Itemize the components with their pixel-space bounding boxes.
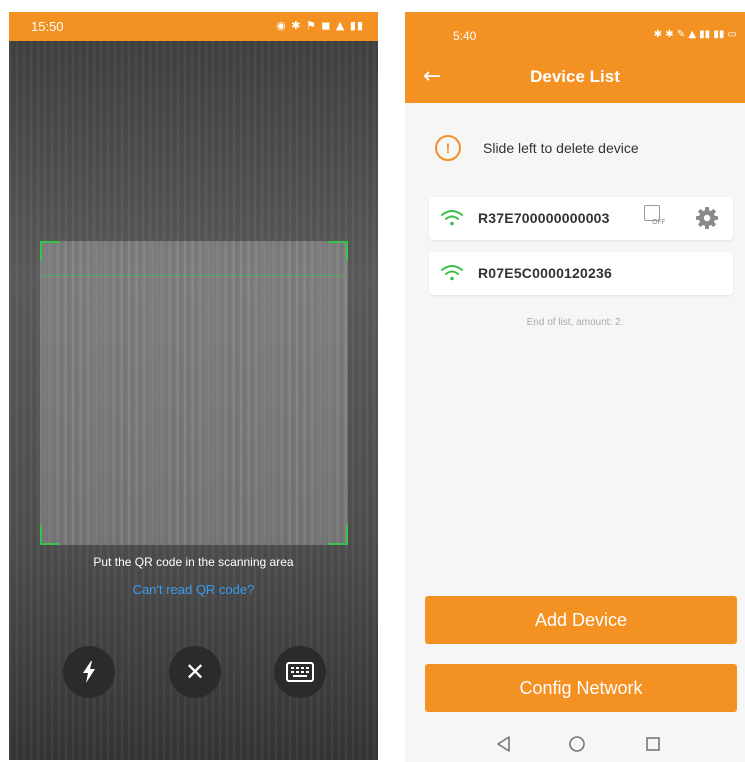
- device-row[interactable]: R07E5C0000120236: [429, 252, 733, 295]
- scan-corner: [328, 241, 348, 261]
- flash-button[interactable]: [63, 646, 115, 698]
- scan-line: [42, 275, 346, 276]
- device-list-screen: 5:40 ✱ ✱ ✎ ▲ ▮▮ ▮▮ ▭ ← Device List ! Sli…: [405, 12, 745, 762]
- status-time: 15:50: [31, 19, 64, 34]
- page-title: Device List: [530, 67, 620, 86]
- wifi-icon: [441, 210, 463, 226]
- device-id: R07E5C0000120236: [478, 265, 612, 281]
- scan-corner: [328, 525, 348, 545]
- nav-back-icon[interactable]: [495, 735, 513, 753]
- close-button[interactable]: ✕: [169, 646, 221, 698]
- status-time: 5:40: [453, 29, 477, 43]
- tip-text: Slide left to delete device: [483, 140, 639, 156]
- close-icon: ✕: [184, 658, 206, 686]
- add-device-button[interactable]: Add Device: [425, 596, 737, 644]
- keyboard-button[interactable]: [274, 646, 326, 698]
- flash-icon: [83, 661, 95, 683]
- status-icons: ◉ ✱ ⚑ ◼ ▲ ▮▮: [276, 19, 364, 32]
- scan-hint: Put the QR code in the scanning area: [93, 555, 294, 569]
- warning-icon: !: [435, 135, 461, 161]
- gear-icon[interactable]: [695, 206, 719, 230]
- delete-tip: ! Slide left to delete device: [435, 135, 639, 161]
- list-end-text: End of list, amount: 2.: [526, 317, 624, 328]
- scan-corner: [40, 241, 60, 261]
- device-id: R37E700000000003: [478, 210, 610, 226]
- wifi-icon: [441, 265, 463, 281]
- qr-scanner-screen: 15:50 ◉ ✱ ⚑ ◼ ▲ ▮▮ Put the QR code in th…: [9, 12, 378, 760]
- nav-home-icon[interactable]: [568, 735, 586, 753]
- nav-recent-icon[interactable]: [644, 735, 662, 753]
- sim-icon: OFF: [644, 205, 678, 231]
- config-network-button[interactable]: Config Network: [425, 664, 737, 712]
- sim-status: OFF: [652, 218, 666, 226]
- app-header: 5:40 ✱ ✱ ✎ ▲ ▮▮ ▮▮ ▭ ← Device List: [405, 12, 745, 103]
- scan-area: [40, 241, 348, 545]
- cant-read-link[interactable]: Can't read QR code?: [9, 582, 378, 597]
- keyboard-icon: [286, 662, 314, 682]
- scan-corner: [40, 525, 60, 545]
- status-icons: ✱ ✱ ✎ ▲ ▮▮ ▮▮ ▭: [653, 29, 737, 40]
- status-bar: 15:50 ◉ ✱ ⚑ ◼ ▲ ▮▮: [9, 12, 378, 41]
- device-row[interactable]: R37E700000000003 OFF: [429, 197, 733, 240]
- system-nav-bar: [405, 730, 745, 762]
